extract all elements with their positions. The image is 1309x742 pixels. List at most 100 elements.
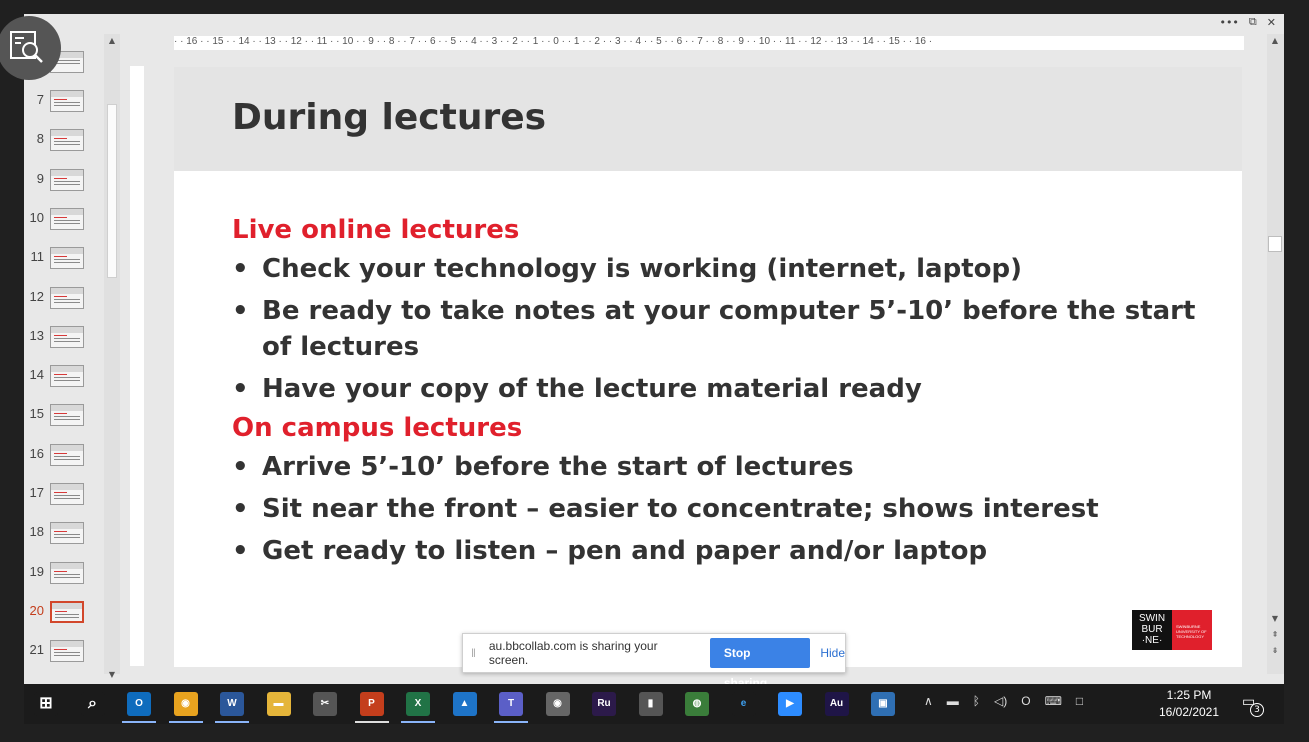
running-indicator: [122, 721, 156, 723]
outlook-tray-icon[interactable]: O: [1021, 694, 1030, 708]
word-icon[interactable]: W: [220, 692, 244, 716]
slide-vertical-scrollbar[interactable]: [1267, 34, 1284, 674]
thumbnail-image: [50, 286, 84, 309]
thumbnail-image: [50, 90, 84, 112]
scroll-down-arrow-icon[interactable]: ▼: [1267, 612, 1283, 626]
zoom-icon[interactable]: ▶: [778, 692, 802, 716]
thumbnail-number: 17: [29, 485, 44, 500]
stop-sharing-button[interactable]: Stop sharing: [709, 638, 811, 690]
slide-thumbnails-pane: 7 8 9 10 11 12 13 14 15 16 17 18 19 20 21: [24, 34, 114, 684]
running-indicator: [168, 721, 203, 723]
teams-icon[interactable]: T: [499, 692, 523, 716]
globe-icon[interactable]: ◍: [685, 692, 709, 716]
more-icon[interactable]: •••: [1219, 16, 1238, 29]
thumbnail-number: 21: [29, 642, 44, 658]
desktop: ••• ⧉ ✕ 7 8 9 10 11 12 13 14 15 16 17 18 19 20 21 ▲ ▼ …: [0, 0, 1309, 742]
thumbnail-image: [50, 483, 84, 505]
bullet-item: Arrive 5’-10’ before the start of lectur…: [232, 449, 1222, 485]
screen-sharing-bar: ‖ au.bbcollab.com is sharing your screen…: [462, 633, 846, 690]
thumbnail-slide-12[interactable]: 12: [24, 286, 114, 317]
windows-start-icon[interactable]: ⊞: [34, 692, 58, 716]
slide-title: During lectures: [232, 97, 547, 138]
adobe-rush-icon[interactable]: Ru: [592, 692, 616, 716]
file-explorer-icon[interactable]: ▬: [266, 692, 291, 716]
thumbnail-image: [50, 561, 84, 584]
adobe-audition-icon[interactable]: Au: [824, 692, 849, 716]
scroll-up-arrow-icon[interactable]: ▲: [1267, 34, 1283, 48]
clock-time: 1:25 PM: [1166, 688, 1212, 702]
thumbnail-image: [50, 600, 84, 623]
thumbnail-number: 14: [29, 367, 44, 383]
thumbnail-number: 9: [36, 170, 44, 186]
battery-icon[interactable]: ▬: [947, 694, 959, 708]
thumbnail-slide-15[interactable]: 15: [24, 404, 114, 434]
horizontal-ruler: · · 16 · · 15 · · 14 · · 13 · · 12 · · 1…: [174, 36, 1244, 50]
hide-button[interactable]: Hide: [820, 646, 845, 660]
bullet-item: Be ready to take notes at your computer …: [232, 293, 1222, 365]
thumbnail-slide-20[interactable]: 20: [24, 600, 114, 631]
photos-icon[interactable]: ▣: [871, 692, 895, 716]
drag-handle-icon[interactable]: ‖: [471, 646, 485, 660]
scroll-down-arrow-icon[interactable]: ▼: [104, 668, 120, 682]
restore-icon[interactable]: ⧉: [1249, 15, 1257, 29]
excel-icon[interactable]: X: [406, 692, 430, 716]
outlook-icon[interactable]: O: [127, 692, 151, 716]
thumbnail-slide-13[interactable]: 13: [24, 325, 114, 356]
thumbnail-slide-17[interactable]: 17: [24, 483, 114, 513]
microphone-icon[interactable]: ▮: [638, 692, 663, 716]
thumbnail-image: [50, 640, 84, 663]
thumbnail-slide-14[interactable]: 14: [24, 365, 114, 395]
thumbnail-number: 11: [30, 249, 45, 265]
thumbnail-image: [50, 522, 84, 545]
slide-body: Live online lectures Check your technolo…: [232, 215, 1222, 575]
powerpoint-window: ••• ⧉ ✕ 7 8 9 10 11 12 13 14 15 16 17 18 19 20 21 ▲ ▼ …: [24, 14, 1284, 684]
thumbnails-scroll-thumb[interactable]: [107, 104, 117, 278]
volume-icon[interactable]: ◁): [994, 694, 1007, 708]
thumbnail-slide-21[interactable]: 21: [24, 640, 114, 670]
windows-taskbar: ∧ ▬ ᛒ ◁) O ⌨ □ 1:25 PM 16/02/2021 ▭ 3 ⊞ ⌕ O ◉ W ▬ ✂ P…: [24, 684, 1284, 724]
thumbnail-number: 15: [29, 406, 44, 422]
thumbnail-number: 7: [36, 92, 44, 107]
internet-explorer-icon[interactable]: e: [731, 692, 756, 716]
camera-icon[interactable]: ◉: [545, 692, 570, 716]
thumbnail-image: [50, 247, 84, 270]
thumbnail-slide-7[interactable]: 7: [24, 90, 114, 120]
running-indicator: [215, 721, 249, 723]
search-icon[interactable]: ⌕: [80, 692, 105, 716]
next-slide-icon[interactable]: ⇟: [1267, 644, 1283, 658]
thumbnail-slide-11[interactable]: 11: [24, 247, 114, 277]
onedrive-icon[interactable]: ▲: [452, 692, 477, 716]
notification-count-badge: 3: [1250, 703, 1264, 717]
slide-canvas[interactable]: During lectures Live online lectures Che…: [174, 67, 1242, 667]
scroll-up-arrow-icon[interactable]: ▲: [104, 34, 120, 48]
snipping-tool-icon[interactable]: ✂: [313, 692, 337, 716]
thumbnail-slide-9[interactable]: 9: [24, 168, 114, 199]
previous-slide-icon[interactable]: ⇞: [1267, 628, 1283, 642]
thumbnail-number: 13: [29, 327, 44, 343]
display-icon[interactable]: □: [1076, 694, 1083, 708]
thumbnail-slide-16[interactable]: 16: [24, 443, 114, 474]
clock-date: 16/02/2021: [1158, 705, 1220, 719]
keyboard-icon[interactable]: ⌨: [1045, 694, 1062, 708]
thumbnail-image: [50, 207, 84, 230]
slide-scroll-thumb[interactable]: [1268, 236, 1282, 252]
thumbnail-slide-8[interactable]: 8: [24, 129, 114, 159]
clock[interactable]: 1:25 PM 16/02/2021: [1149, 687, 1229, 721]
magnifier-icon[interactable]: [10, 30, 44, 64]
thumbnail-number: 19: [29, 563, 44, 579]
powerpoint-icon[interactable]: P: [359, 692, 384, 716]
bullet-item: Check your technology is working (intern…: [232, 251, 1222, 287]
thumbnail-slide-19[interactable]: 19: [24, 561, 114, 592]
chrome-icon[interactable]: ◉: [173, 692, 198, 716]
thumbnail-slide-18[interactable]: 18: [24, 522, 114, 552]
bullet-item: Have your copy of the lecture material r…: [232, 371, 1222, 407]
thumbnail-image: [50, 168, 84, 191]
close-icon[interactable]: ✕: [1267, 16, 1276, 29]
logo-wordmark: SWIN BUR ·NE·: [1132, 610, 1172, 650]
running-indicator: [494, 721, 528, 723]
vertical-ruler: [130, 66, 144, 666]
thumbnail-slide-10[interactable]: 10: [24, 207, 114, 238]
bluetooth-icon[interactable]: ᛒ: [973, 694, 980, 708]
thumbnail-number: 12: [29, 288, 44, 304]
show-hidden-icons-icon[interactable]: ∧: [924, 694, 933, 708]
